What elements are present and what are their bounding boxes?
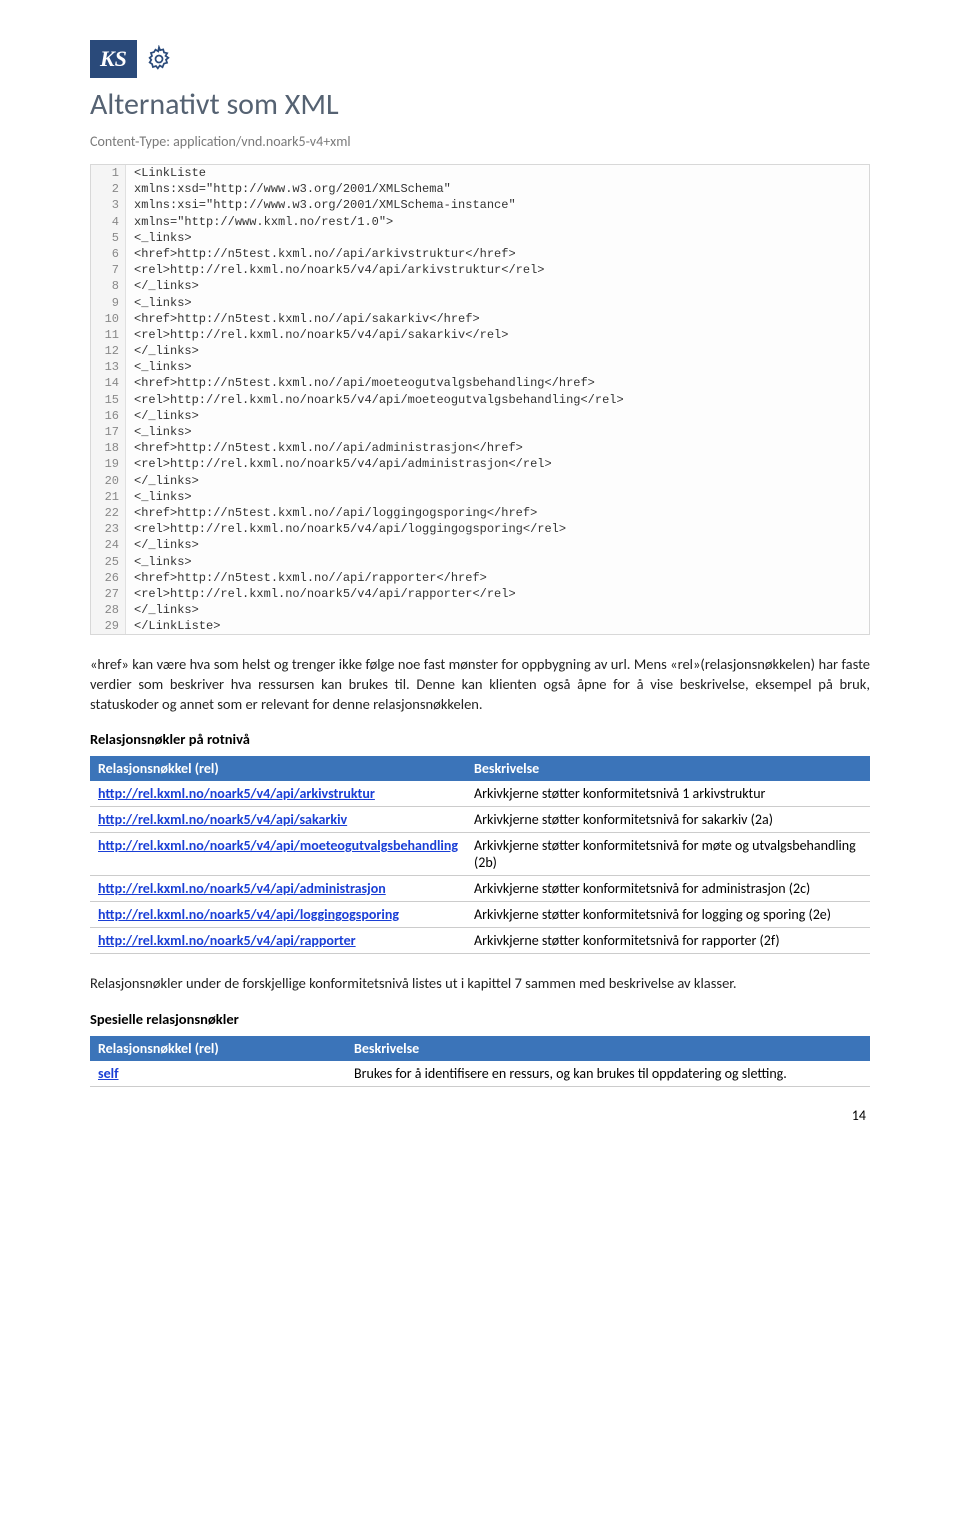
code-line: 28</_links> (91, 602, 869, 618)
rel-description: Arkivkjerne støtter konformitetsnivå for… (466, 928, 870, 954)
code-line: 5<_links> (91, 230, 869, 246)
ks-logo: KS (90, 40, 137, 78)
code-line: 6<href>http://n5test.kxml.no//api/arkivs… (91, 246, 869, 262)
table-header-desc: Beskrivelse (346, 1036, 870, 1061)
rel-link[interactable]: http://rel.kxml.no/noark5/v4/api/arkivst… (90, 781, 466, 807)
rel-description: Brukes for å identifisere en ressurs, og… (346, 1061, 870, 1087)
gear-icon (145, 45, 173, 73)
rel-link[interactable]: self (90, 1061, 346, 1087)
rel-description: Arkivkjerne støtter konformitetsnivå for… (466, 807, 870, 833)
code-line: 16</_links> (91, 408, 869, 424)
code-line: 26<href>http://n5test.kxml.no//api/rappo… (91, 570, 869, 586)
code-line: 23<rel>http://rel.kxml.no/noark5/v4/api/… (91, 521, 869, 537)
code-line: 13<_links> (91, 359, 869, 375)
table-row: http://rel.kxml.no/noark5/v4/api/rapport… (90, 928, 870, 954)
code-line: 19<rel>http://rel.kxml.no/noark5/v4/api/… (91, 456, 869, 472)
code-line: 24</_links> (91, 537, 869, 553)
table-row: http://rel.kxml.no/noark5/v4/api/sakarki… (90, 807, 870, 833)
paragraph-kapittel: Relasjonsnøkler under de forskjellige ko… (90, 974, 870, 994)
code-line: 29</LinkListe> (91, 618, 869, 634)
rel-link[interactable]: http://rel.kxml.no/noark5/v4/api/rapport… (90, 928, 466, 954)
table-row: selfBrukes for å identifisere en ressurs… (90, 1061, 870, 1087)
rel-description: Arkivkjerne støtter konformitetsnivå for… (466, 902, 870, 928)
doc-header: KS (90, 40, 870, 78)
code-line: 2xmlns:xsd="http://www.w3.org/2001/XMLSc… (91, 181, 869, 197)
rel-link[interactable]: http://rel.kxml.no/noark5/v4/api/adminis… (90, 876, 466, 902)
code-line: 8</_links> (91, 278, 869, 294)
rel-description: Arkivkjerne støtter konformitetsnivå 1 a… (466, 781, 870, 807)
rel-link[interactable]: http://rel.kxml.no/noark5/v4/api/logging… (90, 902, 466, 928)
code-line: 25<_links> (91, 554, 869, 570)
code-line: 15<rel>http://rel.kxml.no/noark5/v4/api/… (91, 392, 869, 408)
code-line: 27<rel>http://rel.kxml.no/noark5/v4/api/… (91, 586, 869, 602)
rel-description: Arkivkjerne støtter konformitetsnivå for… (466, 876, 870, 902)
code-line: 17<_links> (91, 424, 869, 440)
code-line: 7<rel>http://rel.kxml.no/noark5/v4/api/a… (91, 262, 869, 278)
code-line: 14<href>http://n5test.kxml.no//api/moete… (91, 375, 869, 391)
rel-link[interactable]: http://rel.kxml.no/noark5/v4/api/moeteog… (90, 833, 466, 876)
code-line: 10<href>http://n5test.kxml.no//api/sakar… (91, 311, 869, 327)
code-line: 9<_links> (91, 295, 869, 311)
code-line: 20</_links> (91, 473, 869, 489)
table-row: http://rel.kxml.no/noark5/v4/api/logging… (90, 902, 870, 928)
table-row: http://rel.kxml.no/noark5/v4/api/adminis… (90, 876, 870, 902)
section-title-rotniva: Relasjonsnøkler på rotnivå (90, 730, 870, 748)
page-number: 14 (90, 1107, 870, 1124)
code-line: 18<href>http://n5test.kxml.no//api/admin… (91, 440, 869, 456)
code-line: 3xmlns:xsi="http://www.w3.org/2001/XMLSc… (91, 197, 869, 213)
code-line: 11<rel>http://rel.kxml.no/noark5/v4/api/… (91, 327, 869, 343)
paragraph-href-rel: «href» kan være hva som helst og trenger… (90, 655, 870, 714)
code-line: 1<LinkListe (91, 165, 869, 181)
content-type-label: Content-Type: application/vnd.noark5-v4+… (90, 133, 870, 150)
rel-link[interactable]: http://rel.kxml.no/noark5/v4/api/sakarki… (90, 807, 466, 833)
code-line: 4xmlns="http://www.kxml.no/rest/1.0"> (91, 214, 869, 230)
page-title: Alternativt som XML (90, 86, 870, 123)
relation-table-spesielle: Relasjonsnøkkel (rel) Beskrivelse selfBr… (90, 1036, 870, 1087)
table-row: http://rel.kxml.no/noark5/v4/api/arkivst… (90, 781, 870, 807)
relation-table-rotniva: Relasjonsnøkkel (rel) Beskrivelse http:/… (90, 756, 870, 954)
code-line: 12</_links> (91, 343, 869, 359)
table-row: http://rel.kxml.no/noark5/v4/api/moeteog… (90, 833, 870, 876)
code-line: 22<href>http://n5test.kxml.no//api/loggi… (91, 505, 869, 521)
table-header-desc: Beskrivelse (466, 756, 870, 781)
table-header-rel: Relasjonsnøkkel (rel) (90, 1036, 346, 1061)
rel-description: Arkivkjerne støtter konformitetsnivå for… (466, 833, 870, 876)
xml-code-block: 1<LinkListe2xmlns:xsd="http://www.w3.org… (90, 164, 870, 635)
table-header-rel: Relasjonsnøkkel (rel) (90, 756, 466, 781)
section-title-spesielle: Spesielle relasjonsnøkler (90, 1010, 870, 1028)
code-line: 21<_links> (91, 489, 869, 505)
